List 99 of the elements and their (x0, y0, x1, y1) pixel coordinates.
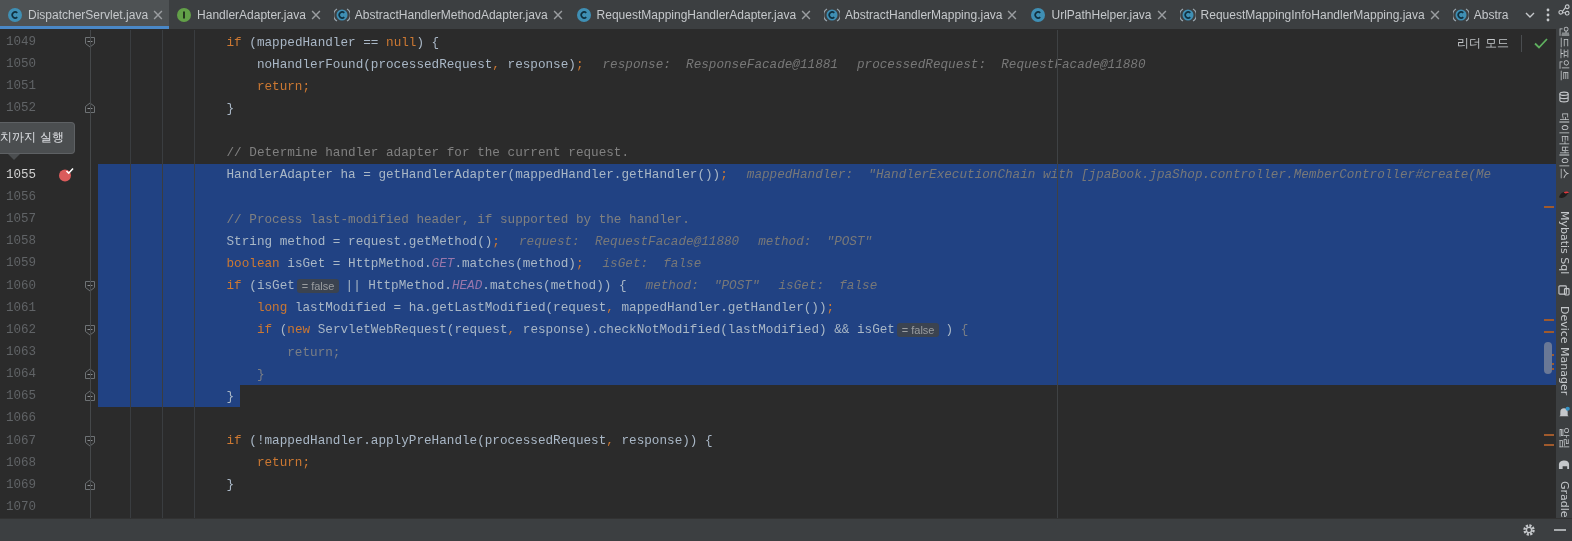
fold-icon[interactable] (84, 323, 96, 336)
settings-icon[interactable] (1522, 523, 1536, 537)
debug-value-hint: processedRequest: RequestFacade@11880 (856, 56, 1146, 72)
class-icon (824, 6, 841, 23)
editor-tab[interactable]: UrlPathHelper.java (1023, 0, 1173, 29)
code-text: long lastModified = ha.getLastModified(request, mappedHandler.getHandler()); (256, 300, 835, 316)
code-text: boolean isGet = HttpMethod.GET.matches(method); (226, 255, 584, 271)
fold-icon[interactable] (84, 478, 96, 491)
line-number: 1067 (6, 433, 36, 448)
code-text: return; (256, 455, 311, 471)
line-number: 1069 (6, 477, 36, 492)
code-text: || HttpMethod.HEAD.matches(method)) { (345, 278, 627, 294)
line-number: 1060 (6, 278, 36, 293)
tooltip-pointer (8, 154, 20, 160)
close-icon[interactable] (1007, 9, 1018, 20)
fold-icon[interactable] (84, 390, 96, 403)
fold-icon[interactable] (84, 279, 96, 292)
bell-icon[interactable] (1558, 405, 1570, 418)
close-icon[interactable] (552, 9, 563, 20)
code-text: HandlerAdapter ha = getHandlerAdapter(mappedHandler.getHandler()); (226, 167, 728, 183)
line-number: 1068 (6, 455, 36, 470)
close-icon[interactable] (801, 9, 812, 20)
close-icon[interactable] (1429, 9, 1440, 20)
line-number: 1061 (6, 300, 36, 315)
class-icon (1179, 6, 1196, 23)
line-number: 1051 (6, 79, 36, 94)
code-text: if (new ServletWebRequest(request, response).checkNotModified(lastModified) && isGet (256, 322, 895, 338)
editor-tab[interactable]: Abstra (1445, 0, 1515, 29)
code-text: return; (287, 344, 341, 360)
line-number: 1057 (6, 212, 36, 227)
class-icon (1452, 6, 1469, 23)
editor-tab[interactable]: DispatcherServlet.java (0, 0, 170, 29)
line-number: 1065 (6, 389, 36, 404)
line-number: 1070 (6, 500, 36, 514)
code-text: } (226, 477, 235, 493)
nodes-icon[interactable] (1558, 4, 1570, 16)
line-number: 1066 (6, 411, 36, 426)
line-number: 1059 (6, 256, 36, 271)
debug-value-hint: method: "POST" (645, 278, 760, 294)
breakpoint-icon[interactable] (58, 167, 74, 183)
code-text: // Process last-modified header, if supported by the handler. (226, 211, 690, 227)
scrollbar-thumb[interactable] (1544, 342, 1552, 374)
tool-window-button[interactable]: 데이터베이스 (1556, 112, 1572, 179)
database-icon[interactable] (1558, 90, 1570, 103)
editor-tab[interactable]: RequestMappingHandlerAdapter.java (568, 0, 818, 29)
code-text: String method = request.getMethod(); (226, 233, 500, 249)
fold-icon[interactable] (84, 434, 96, 447)
line-number: 1049 (6, 35, 36, 50)
class-icon (7, 6, 23, 23)
tool-window-button[interactable]: Mybatis Sql (1557, 210, 1571, 275)
more-icon[interactable] (1546, 7, 1550, 22)
editor-tab[interactable]: RequestMappingInfoHandlerMapping.java (1172, 0, 1446, 29)
close-icon[interactable] (310, 9, 321, 20)
line-number: 1056 (6, 190, 36, 205)
fold-icon[interactable] (84, 36, 96, 49)
reader-mode-label[interactable]: 리더 모드 (1457, 35, 1522, 52)
bird-icon[interactable] (1558, 188, 1570, 201)
debug-value-hint: response: ResponseFacade@11881 (602, 56, 838, 72)
code-text: // Determine handler adapter for the current request. (226, 145, 630, 161)
close-icon[interactable] (1156, 9, 1167, 20)
editor-tab[interactable]: AbstractHandlerMethodAdapter.java (326, 0, 569, 29)
line-number: 1063 (6, 345, 36, 360)
debug-value-hint: isGet: false (602, 255, 702, 271)
debug-value-hint: request: RequestFacade@11880 (518, 233, 740, 249)
fold-icon[interactable] (84, 368, 96, 381)
tooltip: 치까지 실행 (0, 122, 75, 154)
line-number: 1064 (6, 367, 36, 382)
line-number: 1055 (6, 167, 36, 182)
line-number: 1058 (6, 234, 36, 249)
code-text: return; (256, 78, 311, 94)
interface-icon (176, 6, 193, 23)
inlay-hint: = false (296, 278, 340, 293)
class-icon (575, 6, 592, 23)
tool-window-button[interactable]: 엔드포인트 (1556, 25, 1572, 81)
check-icon (1534, 38, 1548, 49)
debug-value-hint: method: "POST" (758, 233, 873, 249)
code-text: } (256, 366, 265, 382)
tool-window-button[interactable]: Device Manager (1557, 306, 1571, 396)
class-icon (1030, 6, 1047, 23)
close-icon[interactable] (153, 9, 164, 20)
editor-tab[interactable]: AbstractHandlerMapping.java (817, 0, 1024, 29)
line-number: 1052 (6, 101, 36, 116)
code-text: } (226, 101, 235, 116)
device-icon[interactable] (1558, 284, 1570, 297)
class-icon (333, 6, 350, 23)
code-text: noHandlerFound(processedRequest, response); (256, 56, 584, 72)
line-number: 1062 (6, 322, 36, 337)
line-number: 1050 (6, 57, 36, 72)
code-text: if (!mappedHandler.applyPreHandle(processedRequest, response)) { (226, 433, 713, 449)
editor-tab[interactable]: HandlerAdapter.java (169, 0, 327, 29)
inlay-hint: = false (896, 322, 940, 337)
code-text: if (isGet (226, 278, 295, 294)
code-text: } (226, 388, 235, 404)
fold-icon[interactable] (84, 102, 96, 115)
tool-window-button[interactable]: 알림 (1556, 427, 1572, 450)
code-text: ) { (945, 322, 969, 338)
debug-value-hint: isGet: false (778, 278, 878, 294)
code-text: if (mappedHandler == null) { (226, 34, 440, 50)
tool-window-button[interactable]: Gradle (1557, 481, 1571, 518)
